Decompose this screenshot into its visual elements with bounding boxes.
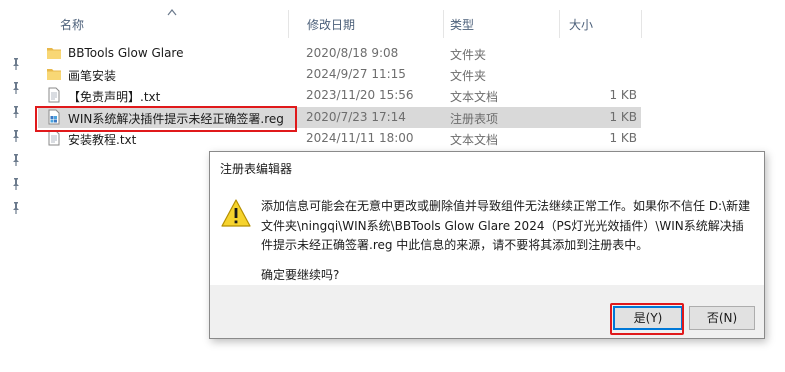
column-header-size[interactable]: 大小 <box>569 16 593 33</box>
sort-ascending-icon <box>167 9 177 16</box>
file-modified: 2023/11/20 15:56 <box>306 88 414 102</box>
file-type: 注册表项 <box>450 112 499 126</box>
registry-file-icon <box>48 109 60 125</box>
pin-icon[interactable] <box>9 153 23 167</box>
column-header-row: 名称 修改日期 类型 大小 <box>30 8 785 38</box>
warning-icon <box>221 199 251 227</box>
file-size: 1 KB <box>609 131 637 145</box>
dialog-message-line: 文件夹\ningqi\WIN系统\BBTools Glow Glare 2024… <box>261 219 744 233</box>
file-row[interactable]: 画笔安装 2024/9/27 11:15 文件夹 <box>38 64 641 85</box>
dialog-title-bar[interactable]: 注册表编辑器 <box>210 152 764 182</box>
text-file-icon <box>48 130 60 146</box>
file-modified: 2024/11/11 18:00 <box>306 131 414 145</box>
file-name: BBTools Glow Glare <box>68 46 184 60</box>
pin-icon[interactable] <box>9 81 23 95</box>
folder-icon <box>47 69 61 80</box>
dialog-message-line: 添加信息可能会在无意中更改或删除值并导致组件无法继续正常工作。如果你不信任 D:… <box>261 199 751 213</box>
file-row[interactable]: 安装教程.txt 2024/11/11 18:00 文本文档 1 KB <box>38 128 641 149</box>
text-file-icon <box>48 87 60 103</box>
pin-icon[interactable] <box>9 129 23 143</box>
column-divider[interactable] <box>559 10 560 38</box>
yes-button[interactable]: 是(Y) <box>613 306 683 330</box>
file-row-selected[interactable]: WIN系统解决插件提示未经正确签署.reg 2020/7/23 17:14 注册… <box>38 107 641 128</box>
column-header-modified[interactable]: 修改日期 <box>307 16 355 33</box>
file-type: 文件夹 <box>450 69 487 83</box>
quick-access-pins <box>0 0 30 372</box>
dialog-footer: 是(Y) 否(N) <box>210 285 764 338</box>
file-row[interactable]: BBTools Glow Glare 2020/8/18 9:08 文件夹 <box>38 43 641 64</box>
file-name: 安装教程.txt <box>68 133 137 147</box>
folder-icon <box>47 48 61 59</box>
column-divider[interactable] <box>641 10 642 38</box>
dialog-title: 注册表编辑器 <box>220 162 293 176</box>
file-type: 文本文档 <box>450 133 499 147</box>
column-divider[interactable] <box>288 10 289 38</box>
dialog-body: 添加信息可能会在无意中更改或删除值并导致组件无法继续正常工作。如果你不信任 D:… <box>210 182 764 285</box>
file-size: 1 KB <box>609 110 637 124</box>
column-divider[interactable] <box>443 10 444 38</box>
file-type: 文件夹 <box>450 48 487 62</box>
file-modified: 2020/8/18 9:08 <box>306 46 399 60</box>
file-name: 画笔安装 <box>68 69 117 83</box>
file-type: 文本文档 <box>450 90 499 104</box>
pin-icon[interactable] <box>9 57 23 71</box>
file-name: 【免责声明】.txt <box>68 90 161 104</box>
file-modified: 2024/9/27 11:15 <box>306 67 406 81</box>
dialog-message-line: 件提示未经正确签署.reg 中此信息的来源，请不要将其添加到注册表中。 <box>261 238 649 252</box>
file-name: WIN系统解决插件提示未经正确签署.reg <box>68 112 284 126</box>
column-header-type[interactable]: 类型 <box>450 16 474 33</box>
registry-editor-dialog: 注册表编辑器 添加信息可能会在无意中更改或删除值并导致组件无法继续正常工作。如果… <box>209 151 765 339</box>
pin-icon[interactable] <box>9 105 23 119</box>
file-size: 1 KB <box>609 88 637 102</box>
pin-icon[interactable] <box>9 177 23 191</box>
pin-icon[interactable] <box>9 201 23 215</box>
no-button[interactable]: 否(N) <box>689 306 755 330</box>
file-modified: 2020/7/23 17:14 <box>306 110 406 124</box>
column-header-name[interactable]: 名称 <box>60 16 84 33</box>
dialog-question: 确定要继续吗? <box>261 268 340 282</box>
file-row[interactable]: 【免责声明】.txt 2023/11/20 15:56 文本文档 1 KB <box>38 85 641 106</box>
